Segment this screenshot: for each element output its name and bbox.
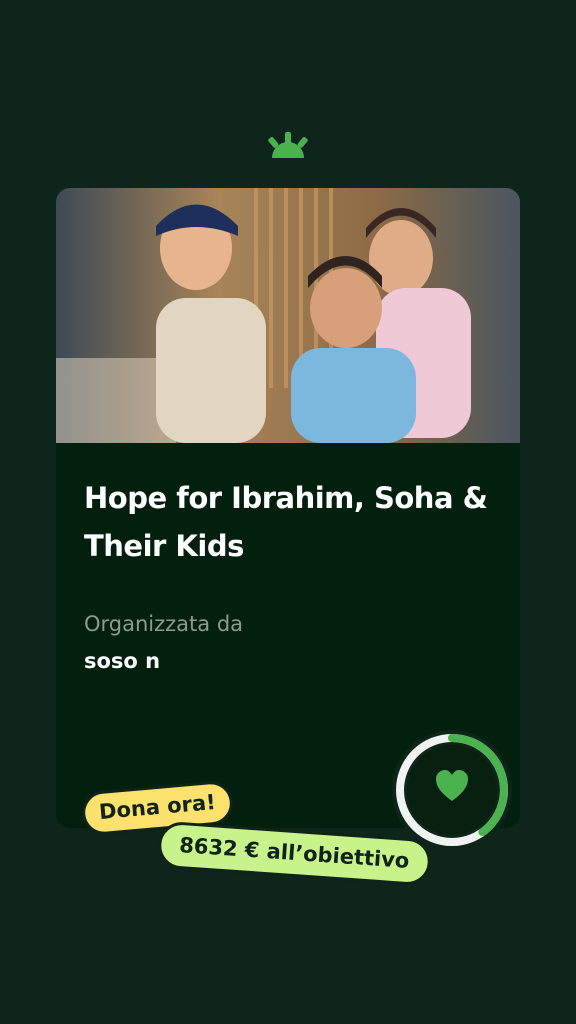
organizer-name[interactable]: soso n <box>84 649 160 673</box>
sunrise-logo-icon <box>268 132 308 158</box>
organizer-label: Organizzata da <box>84 612 244 636</box>
campaign-title: Hope for Ibrahim, Soha & Their Kids <box>84 481 488 563</box>
goal-progress-ring <box>392 730 512 850</box>
campaign-photo <box>56 188 520 443</box>
